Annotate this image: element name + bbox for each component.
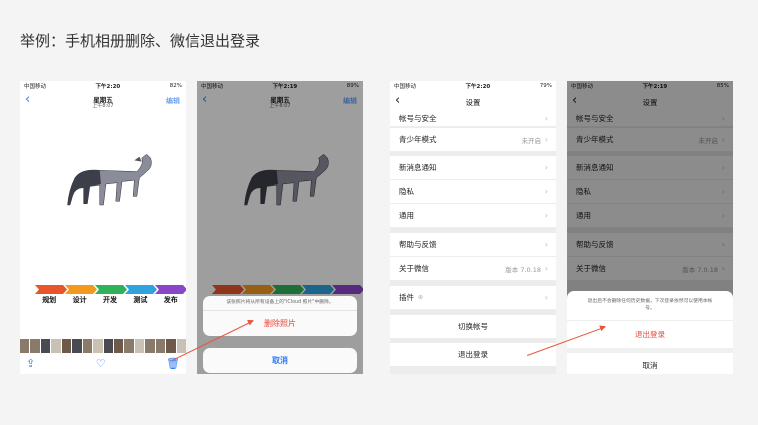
sheet-message: 退出后不会删除任何历史数据，下次登录依然可以使用本帐号。 bbox=[567, 291, 733, 321]
clock-label: 下午2:20 bbox=[95, 84, 121, 90]
chevron-right-icon: › bbox=[544, 187, 548, 196]
chevron-right-icon: › bbox=[544, 240, 548, 249]
thumbnail-strip[interactable] bbox=[20, 339, 186, 353]
settings-row[interactable]: 通用 › bbox=[390, 204, 556, 228]
settings-row[interactable]: 新消息通知 › bbox=[390, 156, 556, 180]
cancel-button[interactable]: 取消 bbox=[203, 348, 357, 373]
carrier-label: 中国移动 bbox=[394, 84, 417, 90]
process-arrows bbox=[35, 285, 186, 294]
nav-bar: ‹ 设置 bbox=[390, 91, 556, 111]
process-labels: 规划 设计 开发 测试 发布 bbox=[34, 295, 186, 305]
settings-row[interactable]: 关于微信 版本 7.0.18 › bbox=[390, 257, 556, 281]
heart-icon[interactable]: ♡ bbox=[96, 357, 106, 373]
chevron-right-icon: › bbox=[544, 163, 548, 172]
settings-row[interactable]: 插件 ⊛ › bbox=[390, 286, 556, 310]
status-bar: 中国移动 下午2:20 82% bbox=[20, 81, 186, 91]
cancel-button[interactable]: 取消 bbox=[567, 353, 733, 374]
nav-bar: ‹ 星期五 上午8:07 编辑 bbox=[20, 93, 186, 110]
chevron-right-icon: › bbox=[544, 264, 548, 273]
page-title: 举例：手机相册删除、微信退出登录 bbox=[20, 32, 261, 50]
chevron-right-icon: › bbox=[544, 211, 548, 220]
chevron-right-icon: › bbox=[544, 135, 548, 144]
logout-action-sheet: 退出后不会删除任何历史数据，下次登录依然可以使用本帐号。 退出登录 取消 bbox=[567, 291, 733, 374]
step-label: 规划 bbox=[42, 296, 57, 304]
share-icon[interactable]: ⇪ bbox=[26, 357, 35, 373]
step-label: 测试 bbox=[133, 296, 148, 304]
phone-photos-delete-sheet: 中国移动 下午2:19 89% ‹ 星期五 上午8:07 编辑 该张照片将从所有… bbox=[197, 81, 363, 374]
chevron-right-icon: › bbox=[544, 293, 548, 302]
sheet-message: 该张照片将从所有设备上的"iCloud 照片"中删除。 bbox=[203, 296, 357, 311]
settings-row[interactable]: 隐私 › bbox=[390, 180, 556, 204]
plugin-icon: ⊛ bbox=[418, 294, 424, 301]
step-label: 开发 bbox=[102, 296, 117, 304]
battery-label: 79% bbox=[539, 83, 552, 89]
confirm-logout-button[interactable]: 退出登录 bbox=[567, 321, 733, 353]
settings-row[interactable]: 青少年模式 未开启 › bbox=[390, 128, 556, 152]
status-bar: 中国移动 下午2:20 79% bbox=[390, 81, 556, 91]
step-label: 发布 bbox=[163, 296, 178, 304]
phone-photos: 中国移动 下午2:20 82% ‹ 星期五 上午8:07 编辑 规划 设计 开发… bbox=[20, 81, 186, 374]
chevron-right-icon: › bbox=[544, 114, 548, 123]
photo-toolbar: ⇪ ♡ 🗑︎ bbox=[20, 357, 186, 373]
step-label: 设计 bbox=[72, 296, 87, 304]
switch-account-button[interactable]: 切换帐号 bbox=[390, 315, 556, 338]
battery-label: 82% bbox=[169, 83, 182, 89]
horse-photo bbox=[67, 153, 152, 206]
settings-row[interactable]: 帮助与反馈 › bbox=[390, 233, 556, 257]
edit-button[interactable]: 编辑 bbox=[166, 96, 180, 106]
nav-title: 设置 bbox=[465, 98, 481, 107]
delete-action-sheet: 该张照片将从所有设备上的"iCloud 照片"中删除。 删除照片 bbox=[203, 296, 357, 336]
phone-wechat-settings: 中国移动 下午2:20 79% ‹ 设置 帐号与安全 › 青少年模式 未开启 › 新消… bbox=[390, 81, 556, 374]
carrier-label: 中国移动 bbox=[24, 84, 47, 90]
clock-label: 下午2:20 bbox=[465, 84, 491, 90]
settings-row[interactable]: 帐号与安全 › bbox=[390, 111, 556, 127]
nav-subtitle: 上午8:07 bbox=[92, 103, 114, 109]
